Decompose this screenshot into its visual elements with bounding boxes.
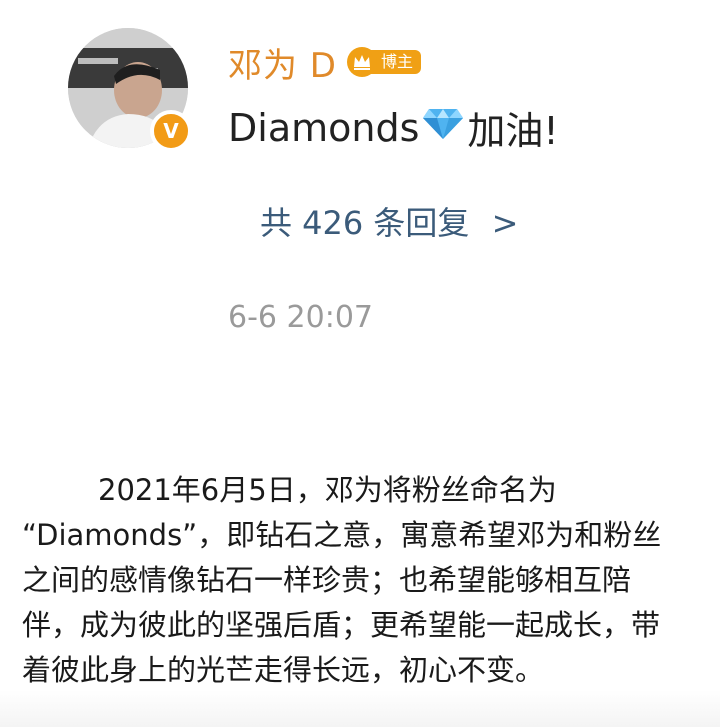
username[interactable]: 邓为 D [228,38,337,87]
crown-icon [347,47,377,77]
replies-count: 共 426 条回复 [260,204,470,242]
comment-text-main: Diamonds [228,105,420,150]
comment-text: Diamonds 加油! [228,100,559,155]
bottom-shade [0,690,720,727]
diamond-emoji-icon [421,105,465,150]
blogger-badge: 博主 [347,46,422,78]
article-line: 之间的感情像钻石一样珍贵；也希望能够相互陪 [22,563,632,597]
comment-text-suffix: 加油! [467,109,559,153]
article-line: 伴，成为彼此的坚强后盾；更希望能一起成长，带 [22,608,661,642]
article-paragraph: 2021年6月5日，邓为将粉丝命名为 “Diamonds”，即钻石之意，寓意希望… [22,468,702,693]
replies-link[interactable]: 共 426 条回复 > [260,198,518,244]
article-line: 2021年6月5日，邓为将粉丝命名为 [98,473,557,507]
article-text: 2021年6月5日，邓为将粉丝命名为 “Diamonds”，即钻石之意，寓意希望… [22,468,702,693]
verified-icon: V [150,110,192,152]
username-row: 邓为 D 博主 [228,38,422,87]
chevron-right-icon: > [491,204,519,242]
article-line: 着彼此身上的光芒走得长远，初心不变。 [22,653,545,687]
comment-card: V 邓为 D 博主 Diamonds 加油! 共 426 条回复 > 6-6 2… [0,0,720,400]
article-line: “Diamonds”，即钻石之意，寓意希望邓为和粉丝 [22,518,662,552]
timestamp: 6-6 20:07 [228,300,373,335]
page: V 邓为 D 博主 Diamonds 加油! 共 426 条回复 > 6-6 2… [0,0,720,727]
